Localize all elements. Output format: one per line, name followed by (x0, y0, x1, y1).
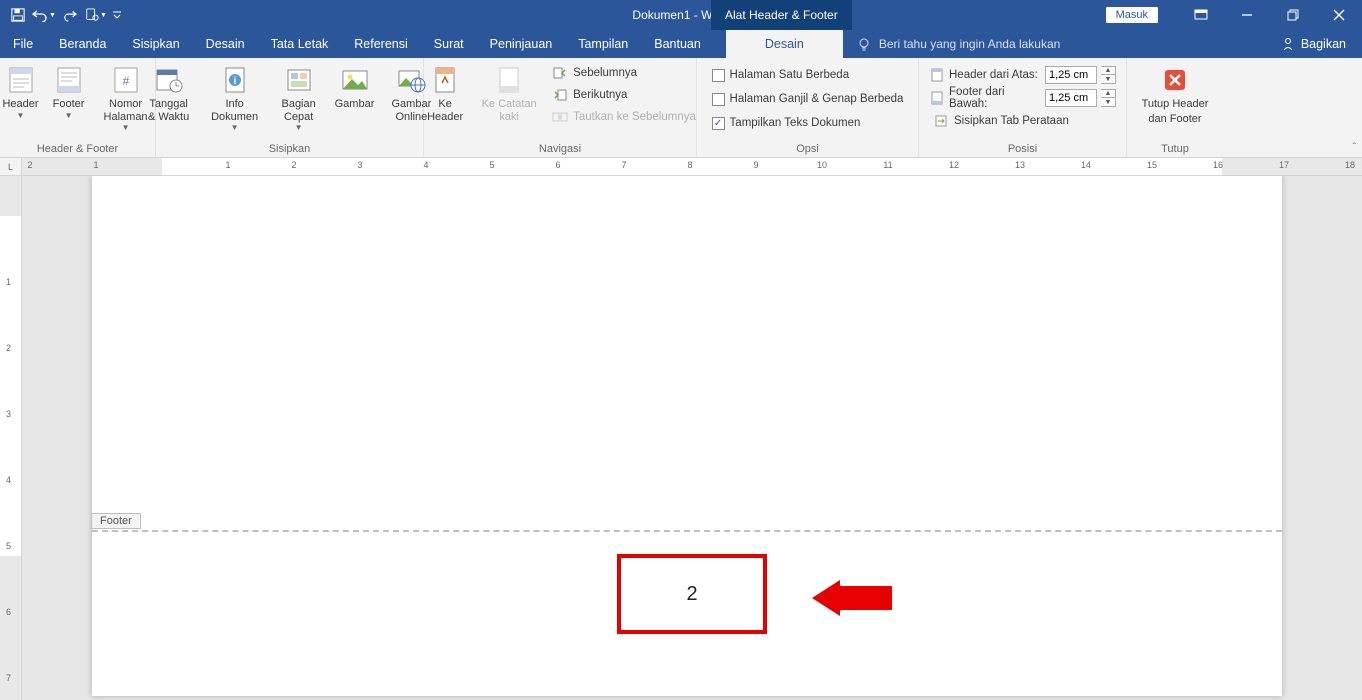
page-number-value: 2 (686, 583, 697, 606)
tab-bantuan[interactable]: Bantuan (641, 30, 714, 58)
quick-parts-button[interactable]: Bagian Cepat▼ (271, 60, 327, 134)
annotation-highlight-box: 2 (617, 554, 767, 634)
header-icon (5, 64, 37, 96)
tab-referensi[interactable]: Referensi (341, 30, 421, 58)
tab-peninjauan[interactable]: Peninjauan (477, 30, 566, 58)
opt-show-doc-text[interactable]: ✓Tampilkan Teks Dokumen (706, 112, 910, 134)
picture-button[interactable]: Gambar (329, 60, 381, 113)
group-label-posisi: Posisi (1008, 141, 1037, 157)
close-x-icon (1159, 64, 1191, 96)
spinner-footer[interactable]: ▲▼ (1101, 89, 1116, 107)
close-button[interactable] (1316, 0, 1362, 30)
group-label-nav: Navigasi (539, 141, 581, 157)
footer-tag-label: Footer (91, 513, 141, 529)
ruler-tab-selector[interactable]: L (0, 158, 22, 175)
opt-odd-even-different[interactable]: Halaman Ganjil & Genap Berbeda (706, 88, 910, 110)
tab-icon (933, 113, 949, 129)
tab-sisipkan[interactable]: Sisipkan (119, 30, 192, 58)
collapse-ribbon-button[interactable]: ˆ (1353, 142, 1356, 153)
maximize-button[interactable] (1270, 0, 1316, 30)
picture-icon (339, 64, 371, 96)
group-label-sisipkan: Sisipkan (269, 141, 311, 157)
tab-desain[interactable]: Desain (193, 30, 258, 58)
header-from-top-input[interactable] (1045, 66, 1097, 84)
svg-text:i: i (233, 76, 236, 87)
horizontal-ruler[interactable]: 12345678910111213141516171812 (22, 158, 1362, 175)
header-from-top-label: Header dari Atas: (949, 69, 1041, 81)
tab-tampilan[interactable]: Tampilan (565, 30, 641, 58)
goto-footnote-button: Ke Catatan kaki (474, 60, 544, 125)
contextual-tab-header-footer: Alat Header & Footer (711, 0, 852, 30)
vertical-ruler[interactable]: 1234567 (0, 176, 22, 700)
touch-mode-icon[interactable]: ▼ (84, 3, 108, 27)
nav-previous-button[interactable]: Sebelumnya (546, 62, 702, 84)
link-previous-button: Tautkan ke Sebelumnya (546, 106, 702, 128)
group-label-opsi: Opsi (796, 141, 819, 157)
footer-from-bottom-input[interactable] (1045, 89, 1097, 107)
minimize-button[interactable] (1224, 0, 1270, 30)
footer-button[interactable]: Footer▼ (47, 60, 91, 122)
tab-hf-desain[interactable]: Desain (726, 30, 843, 58)
goto-header-button[interactable]: Ke Header (418, 60, 472, 125)
group-label-tutup: Tutup (1161, 141, 1189, 157)
save-icon[interactable] (6, 3, 30, 27)
group-label-hf: Header & Footer (37, 141, 118, 157)
annotation-arrow-icon (812, 580, 892, 616)
header-position-icon (929, 67, 945, 83)
opt-first-page-different[interactable]: Halaman Satu Berbeda (706, 64, 910, 86)
goto-footnote-icon (493, 64, 525, 96)
share-button[interactable]: Bagikan (1265, 30, 1362, 58)
previous-icon (552, 65, 568, 81)
insert-alignment-tab-button[interactable]: Sisipkan Tab Perataan (927, 110, 1118, 132)
document-page[interactable]: Footer 2 (92, 176, 1282, 696)
svg-text:#: # (122, 74, 129, 88)
undo-icon[interactable]: ▼ (32, 3, 56, 27)
page-number-icon: # (110, 64, 142, 96)
link-icon (552, 109, 568, 125)
share-icon (1281, 37, 1295, 51)
nav-next-button[interactable]: Berikutnya (546, 84, 702, 106)
footer-separator (92, 530, 1282, 532)
redo-icon[interactable] (58, 3, 82, 27)
document-canvas[interactable]: Footer 2 (22, 176, 1362, 700)
footer-from-bottom-label: Footer dari Bawah: (949, 86, 1041, 110)
quick-parts-icon (283, 64, 315, 96)
close-header-footer-button[interactable]: Tutup Header dan Footer (1132, 60, 1218, 127)
checkbox-icon (712, 69, 725, 82)
footer-icon (53, 64, 85, 96)
calendar-icon (153, 64, 185, 96)
tab-surat[interactable]: Surat (421, 30, 477, 58)
header-button[interactable]: Header▼ (0, 60, 45, 122)
footer-position-icon (929, 90, 945, 106)
tell-me-placeholder: Beri tahu yang ingin Anda lakukan (879, 37, 1060, 51)
tab-tataletak[interactable]: Tata Letak (258, 30, 342, 58)
tell-me-search[interactable]: Beri tahu yang ingin Anda lakukan (843, 30, 1265, 58)
tab-file[interactable]: File (0, 30, 46, 58)
checkbox-checked-icon: ✓ (712, 117, 725, 130)
doc-info-icon: i (219, 64, 251, 96)
tab-beranda[interactable]: Beranda (46, 30, 119, 58)
signin-button[interactable]: Masuk (1106, 7, 1158, 23)
spinner-header[interactable]: ▲▼ (1101, 66, 1116, 84)
document-info-button[interactable]: i Info Dokumen▼ (201, 60, 269, 134)
qat-customize-icon[interactable] (110, 3, 124, 27)
ribbon-display-icon[interactable] (1178, 0, 1224, 30)
next-icon (552, 87, 568, 103)
checkbox-icon (712, 93, 725, 106)
goto-header-icon (429, 64, 461, 96)
lightbulb-icon (857, 37, 871, 51)
date-time-button[interactable]: Tanggal & Waktu (139, 60, 199, 125)
